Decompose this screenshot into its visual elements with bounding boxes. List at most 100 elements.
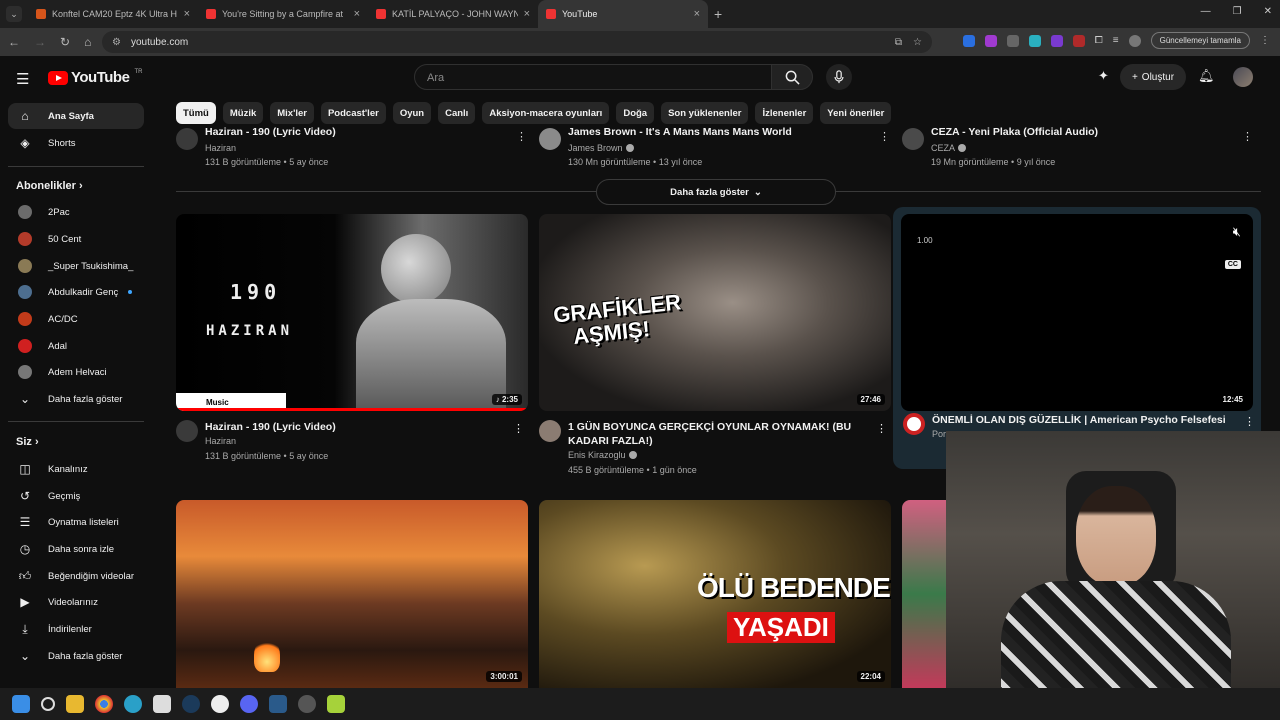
hamburger-menu-icon[interactable]: ☰ [16, 70, 29, 88]
sidebar-item-history[interactable]: ↺ Geçmiş [8, 483, 144, 509]
menu-dots-icon[interactable]: ⋮ [1260, 35, 1270, 46]
sidebar-sub-acdc[interactable]: AC/DC [8, 306, 144, 332]
sidebar-sub-adem[interactable]: Adem Helvaci [8, 359, 144, 385]
chip[interactable]: Aksiyon-macera oyunları [482, 102, 610, 124]
reading-list-icon[interactable]: ≡ [1113, 35, 1119, 46]
video-card-preview[interactable]: 1.00 🔇︎ CC 12:45 ÖNEMLİ OLAN DIŞ GÜZELLİ… [893, 207, 1261, 469]
video-title[interactable]: 1 GÜN BOYUNCA GERÇEKÇİ OYUNLAR OYNAMAK! … [568, 420, 868, 448]
address-bar[interactable]: ⚙ youtube.com ⧉ ☆ [102, 31, 932, 53]
browser-tab-1[interactable]: You're Sitting by a Campfire at × [198, 0, 368, 28]
channel-name[interactable]: CEZA [931, 143, 967, 153]
video-card[interactable]: 190 HAZIRAN Music ♪ 2:35 Haziran - 190 (… [176, 214, 528, 474]
avatar[interactable] [176, 420, 198, 442]
avatar[interactable] [1233, 67, 1253, 87]
chip[interactable]: Son yüklenenler [661, 102, 749, 124]
steam-icon[interactable] [182, 695, 200, 713]
sidebar-item-home[interactable]: ⌂ Ana Sayfa [8, 103, 144, 129]
discord-icon[interactable] [240, 695, 258, 713]
youtube-logo[interactable]: YouTube TR [48, 69, 142, 86]
close-icon[interactable]: × [354, 8, 360, 20]
video-thumbnail[interactable]: ÖLÜ BEDENDE YAŞADI 22:04 [539, 500, 891, 688]
video-card[interactable]: James Brown - It's A Mans Mans Mans Worl… [539, 126, 894, 174]
new-tab-button[interactable]: + [714, 6, 722, 22]
channel-name[interactable]: Por [932, 429, 946, 439]
show-more-button[interactable]: Daha fazla göster ⌄ [596, 179, 836, 205]
reload-icon[interactable]: ↻ [60, 35, 70, 49]
site-info-icon[interactable]: ⚙ [112, 37, 121, 48]
store-icon[interactable] [153, 695, 171, 713]
sidebar-sub-adal[interactable]: Adal [8, 333, 144, 359]
close-icon[interactable]: × [694, 8, 700, 20]
more-actions-icon[interactable]: ⋮ [1244, 415, 1255, 428]
file-explorer-icon[interactable] [66, 695, 84, 713]
premium-icon[interactable]: ✦ [1098, 68, 1109, 84]
sidebar-item-your-videos[interactable]: ▶ Videolarınız [8, 589, 144, 615]
close-icon[interactable]: × [184, 8, 190, 20]
video-title[interactable]: ÖNEMLİ OLAN DIŞ GÜZELLİK | American Psyc… [932, 413, 1232, 427]
video-thumbnail[interactable]: 3:00:01 [176, 500, 528, 688]
video-thumbnail[interactable]: GRAFİKLER AŞMIŞ! 27:46 [539, 214, 891, 411]
video-card[interactable]: ÖLÜ BEDENDE YAŞADI 22:04 [539, 500, 891, 688]
sidebar-item-watch-later[interactable]: ◷ Daha sonra izle [8, 536, 144, 562]
sidebar-sub-2pac[interactable]: 2Pac [8, 199, 144, 225]
subscriptions-heading[interactable]: Abonelikler › [16, 180, 83, 192]
bookmark-star-icon[interactable]: ☆ [913, 37, 922, 48]
video-card[interactable]: GRAFİKLER AŞMIŞ! 27:46 1 GÜN BOYUNCA GER… [539, 214, 891, 484]
channel-name[interactable]: Enis Kirazoglu [568, 450, 637, 460]
video-player[interactable]: 1.00 🔇︎ CC 12:45 [901, 214, 1253, 411]
sidebar-item-downloads[interactable]: ⤓ İndirilenler [8, 616, 144, 642]
chip[interactable]: Podcast'ler [320, 102, 386, 124]
browser-tab-2[interactable]: KATİL PALYAÇO - JOHN WAYNE × [368, 0, 538, 28]
notifications-bell-icon[interactable]: 🔔︎ [1198, 68, 1215, 84]
more-actions-icon[interactable]: ⋮ [1242, 130, 1253, 143]
sidebar-subs-show-more[interactable]: ⌄ Daha fazla göster [8, 386, 144, 412]
extension-icon[interactable] [1050, 34, 1063, 47]
avatar[interactable] [903, 413, 925, 435]
video-title[interactable]: CEZA - Yeni Plaka (Official Audio) [931, 126, 1098, 138]
chip[interactable]: Yeni öneriler [820, 102, 892, 124]
chip[interactable]: Mix'ler [270, 102, 314, 124]
live-app-icon[interactable] [327, 695, 345, 713]
minimize-icon[interactable]: — [1201, 6, 1211, 17]
channel-name[interactable]: James Brown [568, 143, 634, 153]
chip[interactable]: Canlı [438, 102, 476, 124]
avatar[interactable] [539, 420, 561, 442]
video-card[interactable] [902, 500, 946, 688]
chip[interactable]: Doğa [616, 102, 655, 124]
obs-icon[interactable] [298, 695, 316, 713]
more-actions-icon[interactable]: ⋮ [516, 130, 527, 143]
sidebar-item-playlists[interactable]: ☰ Oynatma listeleri [8, 509, 144, 535]
video-thumbnail[interactable] [902, 500, 946, 688]
extension-icon[interactable] [1072, 34, 1085, 47]
you-heading[interactable]: Siz › [16, 436, 39, 448]
voice-search-button[interactable] [826, 64, 852, 90]
video-thumbnail[interactable]: 190 HAZIRAN Music ♪ 2:35 [176, 214, 528, 411]
browser-tab-3[interactable]: YouTube × [538, 0, 708, 28]
chip[interactable]: İzlenenler [755, 102, 814, 124]
chip[interactable]: Tümü [176, 102, 216, 124]
search-icon[interactable] [41, 697, 55, 711]
channel-name[interactable]: Haziran [205, 143, 236, 153]
create-button[interactable]: + Oluştur [1120, 64, 1186, 90]
profile-icon[interactable] [1128, 34, 1141, 47]
close-icon[interactable]: × [524, 8, 530, 20]
video-card[interactable]: Haziran - 190 (Lyric Video) Haziran 131 … [176, 126, 531, 174]
more-actions-icon[interactable]: ⋮ [876, 422, 887, 435]
update-button[interactable]: Güncellemeyi tamamla [1150, 32, 1250, 49]
puzzle-icon[interactable]: ⧠ [1095, 35, 1103, 46]
browser-tab-0[interactable]: Konftel CAM20 Eptz 4K Ultra H × [28, 0, 198, 28]
chip[interactable]: Oyun [392, 102, 432, 124]
search-button[interactable] [771, 64, 813, 90]
sidebar-item-shorts[interactable]: ◈ Shorts [8, 130, 144, 156]
extension-icon[interactable] [1006, 34, 1019, 47]
video-card[interactable]: 3:00:01 [176, 500, 528, 688]
tab-search-button[interactable]: ⌄ [6, 6, 22, 22]
steam-app-icon[interactable] [269, 695, 287, 713]
close-window-icon[interactable]: ✕ [1264, 6, 1272, 17]
search-input[interactable]: Ara [414, 64, 772, 90]
cc-button[interactable]: CC [1224, 260, 1241, 269]
edge-icon[interactable] [124, 695, 142, 713]
more-actions-icon[interactable]: ⋮ [879, 130, 890, 143]
windows-start-icon[interactable] [12, 695, 30, 713]
sidebar-sub-tsukishima[interactable]: _Super Tsukishima_ [8, 253, 144, 279]
